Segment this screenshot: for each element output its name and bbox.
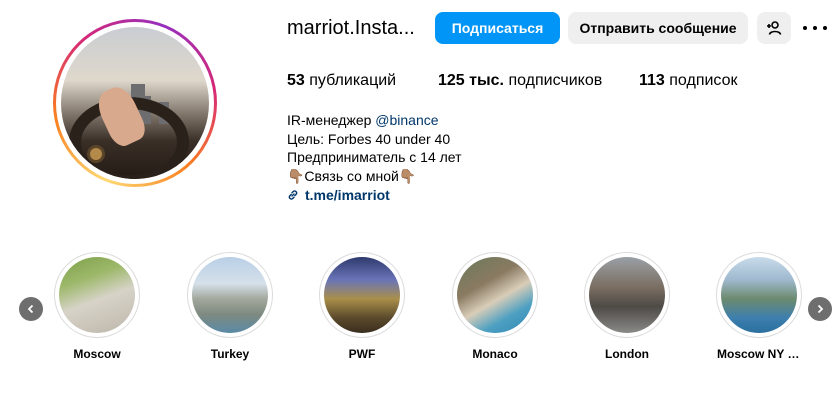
followers-label: подписчиков — [508, 72, 603, 89]
highlight-item[interactable]: Monaco — [451, 252, 539, 361]
highlight-label: PWF — [348, 347, 376, 361]
highlights-prev-button[interactable] — [19, 297, 43, 321]
suggest-users-button[interactable] — [757, 12, 791, 44]
highlight-item[interactable]: PWF — [318, 252, 406, 361]
highlights-next-button[interactable] — [808, 297, 832, 321]
avatar-image — [61, 27, 209, 179]
more-options-icon[interactable] — [803, 18, 827, 38]
bio-link-text: t.me/imarriot — [305, 187, 390, 203]
send-message-button[interactable]: Отправить сообщение — [568, 12, 748, 44]
following-count: 113 — [639, 72, 665, 89]
highlight-item[interactable]: London — [583, 252, 671, 361]
highlight-item[interactable]: Turkey — [186, 252, 274, 361]
chevron-left-icon — [27, 304, 34, 314]
bio-mention-link[interactable]: @binance — [375, 112, 438, 128]
posts-count: 53 — [287, 72, 305, 89]
highlight-label: London — [605, 347, 649, 361]
person-plus-icon — [767, 21, 782, 35]
following-label: подписок — [669, 72, 738, 89]
highlight-label: Moscow — [73, 347, 121, 361]
profile-username: marriot.Insta... — [287, 17, 415, 39]
highlight-cover — [589, 257, 665, 333]
highlight-cover — [192, 257, 268, 333]
profile-bio: IR-менеджер @binance Цель: Forbes 40 und… — [287, 111, 462, 205]
highlight-label: Turkey — [210, 347, 250, 361]
bio-line-3: Предприниматель с 14 лет — [287, 149, 462, 165]
stat-posts: 53 публикаций — [287, 72, 396, 90]
bio-line-1: IR-менеджер @binance — [287, 111, 462, 130]
posts-label: публикаций — [309, 72, 397, 89]
bio-line-2: Цель: Forbes 40 under 40 — [287, 130, 451, 147]
follow-button[interactable]: Подписаться — [435, 12, 560, 44]
highlight-item[interactable]: Moscow — [53, 252, 141, 361]
highlight-label: Moscow NY 2... — [717, 347, 803, 361]
link-icon — [288, 190, 298, 200]
followers-count: 125 тыс. — [438, 72, 504, 89]
highlight-cover — [324, 257, 400, 333]
highlight-cover — [59, 257, 135, 333]
bio-external-link[interactable]: t.me/imarriot — [287, 186, 462, 205]
profile-avatar[interactable] — [53, 19, 217, 187]
highlight-item[interactable]: Moscow NY 2... — [715, 252, 803, 361]
bio-line-4: 👇🏽Связь со мной👇🏽 — [287, 167, 417, 184]
highlight-cover — [457, 257, 533, 333]
stat-followers[interactable]: 125 тыс. подписчиков — [438, 72, 602, 90]
highlight-label: Monaco — [472, 347, 518, 361]
highlight-cover — [721, 257, 797, 333]
chevron-right-icon — [817, 304, 824, 314]
stat-following[interactable]: 113 подписок — [639, 72, 738, 90]
bio-role: IR-менеджер — [287, 112, 376, 128]
